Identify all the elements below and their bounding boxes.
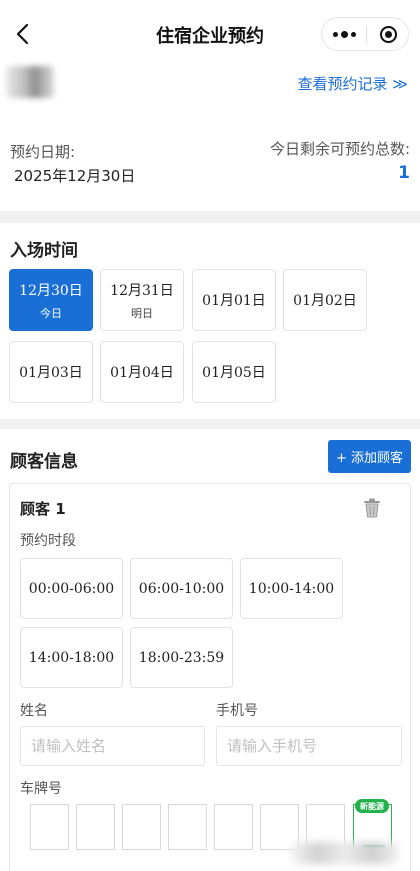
navigation-bar: 住宿企业预约 — [0, 0, 420, 68]
mini-program-capsule — [321, 17, 409, 51]
booking-date-value: 2025年12月30日 — [14, 167, 136, 185]
time-slot-option[interactable]: 14:00-18:00 — [20, 627, 123, 688]
plate-char-box[interactable] — [214, 804, 253, 850]
new-energy-badge: 新能源 — [355, 799, 389, 813]
date-option-date: 01月05日 — [202, 365, 266, 381]
date-option-card[interactable]: 12月30日 今日 — [9, 269, 93, 331]
remaining-count-value: 1 — [398, 163, 410, 183]
plate-char-box[interactable] — [168, 804, 207, 850]
date-option-date: 01月01日 — [202, 293, 266, 309]
view-records-link[interactable]: 查看预约记录 ≫ — [298, 73, 408, 94]
more-menu-icon[interactable] — [322, 18, 366, 50]
plate-char-box[interactable] — [76, 804, 115, 850]
trash-icon[interactable] — [363, 498, 381, 518]
name-input[interactable] — [20, 726, 205, 766]
date-option-date: 01月04日 — [110, 365, 174, 381]
phone-input[interactable] — [216, 726, 402, 766]
time-slot-option[interactable]: 00:00-06:00 — [20, 558, 123, 619]
date-option-date: 01月02日 — [293, 293, 357, 309]
date-option-sub: 今日 — [40, 306, 62, 320]
add-guest-button[interactable]: + 添加顾客 — [328, 440, 411, 473]
guest-title: 顾客 1 — [20, 500, 66, 518]
date-option-date: 01月03日 — [19, 365, 83, 381]
date-option-card[interactable]: 01月03日 — [9, 341, 93, 403]
close-target-icon[interactable] — [366, 18, 410, 50]
time-slot-option[interactable]: 18:00-23:59 — [130, 627, 233, 688]
remaining-count-label: 今日剩余可预约总数: — [269, 140, 410, 158]
plate-label: 车牌号 — [20, 781, 62, 797]
guest-card: 顾客 1 预约时段 00:00-06:00 06:00-10:00 10:00-… — [9, 483, 411, 871]
date-option-date: 12月30日 — [19, 282, 83, 299]
section-separator — [0, 419, 420, 429]
date-option-card[interactable]: 01月05日 — [192, 341, 276, 403]
date-option-date: 12月31日 — [110, 282, 174, 299]
phone-label: 手机号 — [216, 703, 258, 719]
time-slot-option[interactable]: 10:00-14:00 — [240, 558, 343, 619]
date-option-card[interactable]: 01月02日 — [283, 269, 367, 331]
date-option-card[interactable]: 01月04日 — [100, 341, 184, 403]
time-slot-label: 预约时段 — [20, 533, 76, 549]
guest-info-title: 顾客信息 — [10, 452, 78, 472]
date-option-card[interactable]: 01月01日 — [192, 269, 276, 331]
plate-char-box[interactable] — [122, 804, 161, 850]
plate-char-box[interactable] — [30, 804, 69, 850]
entry-time-title: 入场时间 — [10, 241, 78, 261]
date-option-card[interactable]: 12月31日 明日 — [100, 269, 184, 331]
name-label: 姓名 — [20, 703, 48, 719]
booking-date-label: 预约日期: — [10, 143, 76, 161]
blurred-user-avatar — [6, 66, 54, 98]
blurred-watermark — [290, 842, 400, 864]
time-slot-option[interactable]: 06:00-10:00 — [130, 558, 233, 619]
date-option-sub: 明日 — [131, 306, 153, 320]
section-separator — [0, 211, 420, 223]
